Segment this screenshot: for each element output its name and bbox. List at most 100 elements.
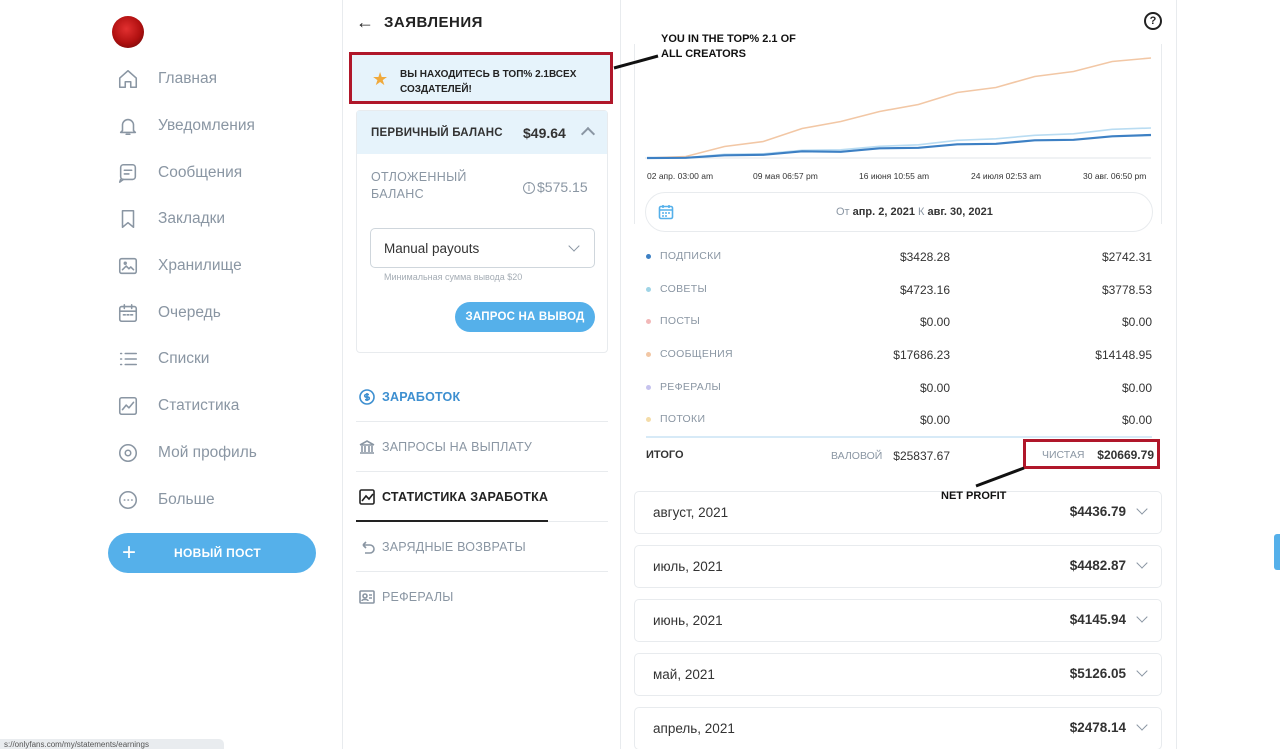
net-total-highlight: ЧИСТАЯ $20669.79: [1023, 439, 1160, 469]
legend-dot: [646, 384, 651, 390]
month-row[interactable]: июль, 2021 $4482.87: [634, 545, 1162, 588]
sidebar-item-vault[interactable]: Хранилище: [100, 243, 342, 290]
sidebar-item-notifications[interactable]: Уведомления: [100, 103, 342, 150]
pending-balance-value: $575.15: [537, 179, 588, 195]
breakdown-row-messages: СООБЩЕНИЯ $17686.23 $14148.95: [634, 338, 1162, 371]
breakdown-net: $14148.95: [1095, 348, 1152, 363]
earnings-chart-card: 02 апр. 03:00 am 09 мая 06:57 pm 16 июня…: [634, 44, 1162, 480]
gross-label: ВАЛОВОЙ: [831, 450, 883, 462]
month-value: $5126.05: [1069, 666, 1126, 681]
page: Главная Уведомления Сообщения Закладки Х…: [0, 0, 1280, 749]
withdraw-request-button[interactable]: ЗАПРОС НА ВЫВОД: [455, 302, 595, 332]
min-withdraw-hint: Минимальная сумма вывода $20: [384, 272, 523, 282]
more-icon: [116, 488, 140, 512]
balance-card: ПЕРВИЧНЫЙ БАЛАНС $49.64 ОТЛОЖЕННЫЙ БАЛАН…: [356, 110, 608, 353]
month-row[interactable]: май, 2021 $5126.05: [634, 653, 1162, 696]
breakdown-name: РЕФЕРАЛЫ: [660, 380, 722, 393]
total-net: $20669.79: [1097, 448, 1154, 462]
sidebar-item-more[interactable]: Больше: [100, 476, 342, 523]
legend-dot: [646, 254, 651, 259]
month-name: июль, 2021: [653, 559, 723, 574]
sidebar-item-label: Уведомления: [158, 117, 255, 135]
chevron-down-icon: [1136, 557, 1148, 569]
breakdown-gross: $0.00: [919, 413, 950, 428]
month-value: $4145.94: [1069, 612, 1126, 627]
chevron-up-icon[interactable]: [580, 126, 596, 142]
sidebar-item-label: Сообщения: [158, 163, 243, 181]
date-to-label: К: [918, 206, 925, 218]
chart-series-line: [646, 57, 1152, 159]
x-tick-label: 24 июля 02:53 am: [971, 171, 1042, 181]
tab-chargebacks[interactable]: ЗАРЯДНЫЕ ВОЗВРАТЫ: [356, 522, 608, 572]
primary-balance-label: ПЕРВИЧНЫЙ БАЛАНС: [371, 126, 503, 139]
breakdown-name: ПОТОКИ: [660, 413, 706, 426]
annotation-net-profit: NET PROFIT: [941, 490, 1007, 502]
chevron-down-icon: [1136, 665, 1148, 677]
new-post-label: НОВЫЙ ПОСТ: [174, 546, 262, 560]
sidebar-item-messages[interactable]: Сообщения: [100, 149, 342, 196]
month-value: $4482.87: [1069, 558, 1126, 573]
chevron-down-icon: [568, 240, 580, 252]
undo-icon: [358, 538, 376, 556]
help-icon[interactable]: ?: [1144, 12, 1162, 30]
month-value: $2478.14: [1069, 720, 1126, 735]
month-row[interactable]: апрель, 2021 $2478.14: [634, 707, 1162, 749]
breakdown-gross: $0.00: [919, 380, 950, 395]
month-name: апрель, 2021: [653, 721, 735, 736]
earnings-breakdown: ПОДПИСКИ $3428.28 $2742.31 СОВЕТЫ $4723.…: [634, 240, 1162, 436]
bell-icon: [116, 114, 140, 138]
total-row: ИТОГО ВАЛОВОЙ $25837.67 ЧИСТАЯ $20669.79: [634, 439, 1162, 474]
chevron-down-icon: [1136, 611, 1148, 623]
sidebar-item-bookmarks[interactable]: Закладки: [100, 196, 342, 243]
sidebar-item-label: Списки: [158, 350, 210, 368]
earnings-chart-svg: [645, 57, 1152, 160]
payout-method-select[interactable]: Manual payouts: [370, 228, 595, 268]
divider: [342, 0, 343, 749]
breakdown-gross: $3428.28: [899, 250, 950, 264]
date-to: авг. 30, 2021: [927, 206, 993, 218]
legend-dot: [646, 319, 651, 325]
sidebar-item-lists[interactable]: Списки: [100, 336, 342, 383]
tab-earnings[interactable]: ЗАРАБОТОК: [356, 372, 608, 422]
date-range-text: От апр. 2, 2021 К авг. 30, 2021: [836, 206, 993, 218]
dollar-icon: [358, 388, 376, 406]
breakdown-row-tips: СОВЕТЫ $4723.16 $3778.53: [634, 273, 1162, 306]
x-tick-label: 30 авг. 06:50 pm: [1083, 171, 1147, 181]
info-icon[interactable]: i: [523, 182, 535, 194]
date-from: апр. 2, 2021: [852, 206, 915, 218]
divider: [646, 436, 1152, 438]
page-title: ЗАЯВЛЕНИЯ: [384, 14, 483, 31]
pending-balance: i $575.15: [523, 179, 588, 195]
breakdown-net: $0.00: [1121, 380, 1152, 395]
sidebar-item-home[interactable]: Главная: [100, 56, 342, 103]
divider: [1176, 0, 1177, 749]
x-tick-label: 16 июня 10:55 am: [859, 171, 930, 181]
pending-balance-label: ОТЛОЖЕННЫЙ БАЛАНС: [371, 170, 467, 201]
breakdown-row-posts: ПОСТЫ $0.00 $0.00: [634, 305, 1162, 338]
new-post-button[interactable]: + НОВЫЙ ПОСТ: [108, 533, 316, 573]
tab-label: РЕФЕРАЛЫ: [382, 590, 454, 604]
sidebar-item-profile[interactable]: Мой профиль: [100, 430, 342, 477]
sidebar-item-label: Очередь: [158, 303, 221, 321]
date-range-picker[interactable]: От апр. 2, 2021 К авг. 30, 2021: [645, 192, 1153, 232]
tab-payout-requests[interactable]: ЗАПРОСЫ НА ВЫПЛАТУ: [356, 422, 608, 472]
top-creators-notice: ★ ВЫ НАХОДИТЕСЬ В ТОП% 2.1ВСЕХ СОЗДАТЕЛЕ…: [349, 52, 613, 104]
statements-tabs: ЗАРАБОТОК ЗАПРОСЫ НА ВЫПЛАТУ СТАТИСТИКА …: [356, 372, 608, 622]
avatar[interactable]: [112, 16, 144, 48]
month-name: июнь, 2021: [653, 613, 723, 628]
side-handle[interactable]: [1274, 534, 1280, 570]
chart-series-line: [646, 127, 1152, 159]
sidebar-item-queue[interactable]: Очередь: [100, 289, 342, 336]
month-row[interactable]: июнь, 2021 $4145.94: [634, 599, 1162, 642]
tab-referrals[interactable]: РЕФЕРАЛЫ: [356, 572, 608, 622]
back-arrow-icon[interactable]: ←: [356, 12, 374, 33]
chevron-down-icon: [1136, 503, 1148, 515]
primary-balance-header[interactable]: ПЕРВИЧНЫЙ БАЛАНС $49.64: [357, 111, 607, 154]
date-from-label: От: [836, 206, 850, 218]
sidebar-item-statistics[interactable]: Статистика: [100, 383, 342, 430]
x-tick-label: 09 мая 06:57 pm: [753, 171, 818, 181]
month-row[interactable]: август, 2021 $4436.79: [634, 491, 1162, 534]
breakdown-gross: $0.00: [919, 315, 950, 330]
stats-icon: [116, 394, 140, 418]
tab-earnings-statistics[interactable]: СТАТИСТИКА ЗАРАБОТКА: [356, 472, 608, 522]
